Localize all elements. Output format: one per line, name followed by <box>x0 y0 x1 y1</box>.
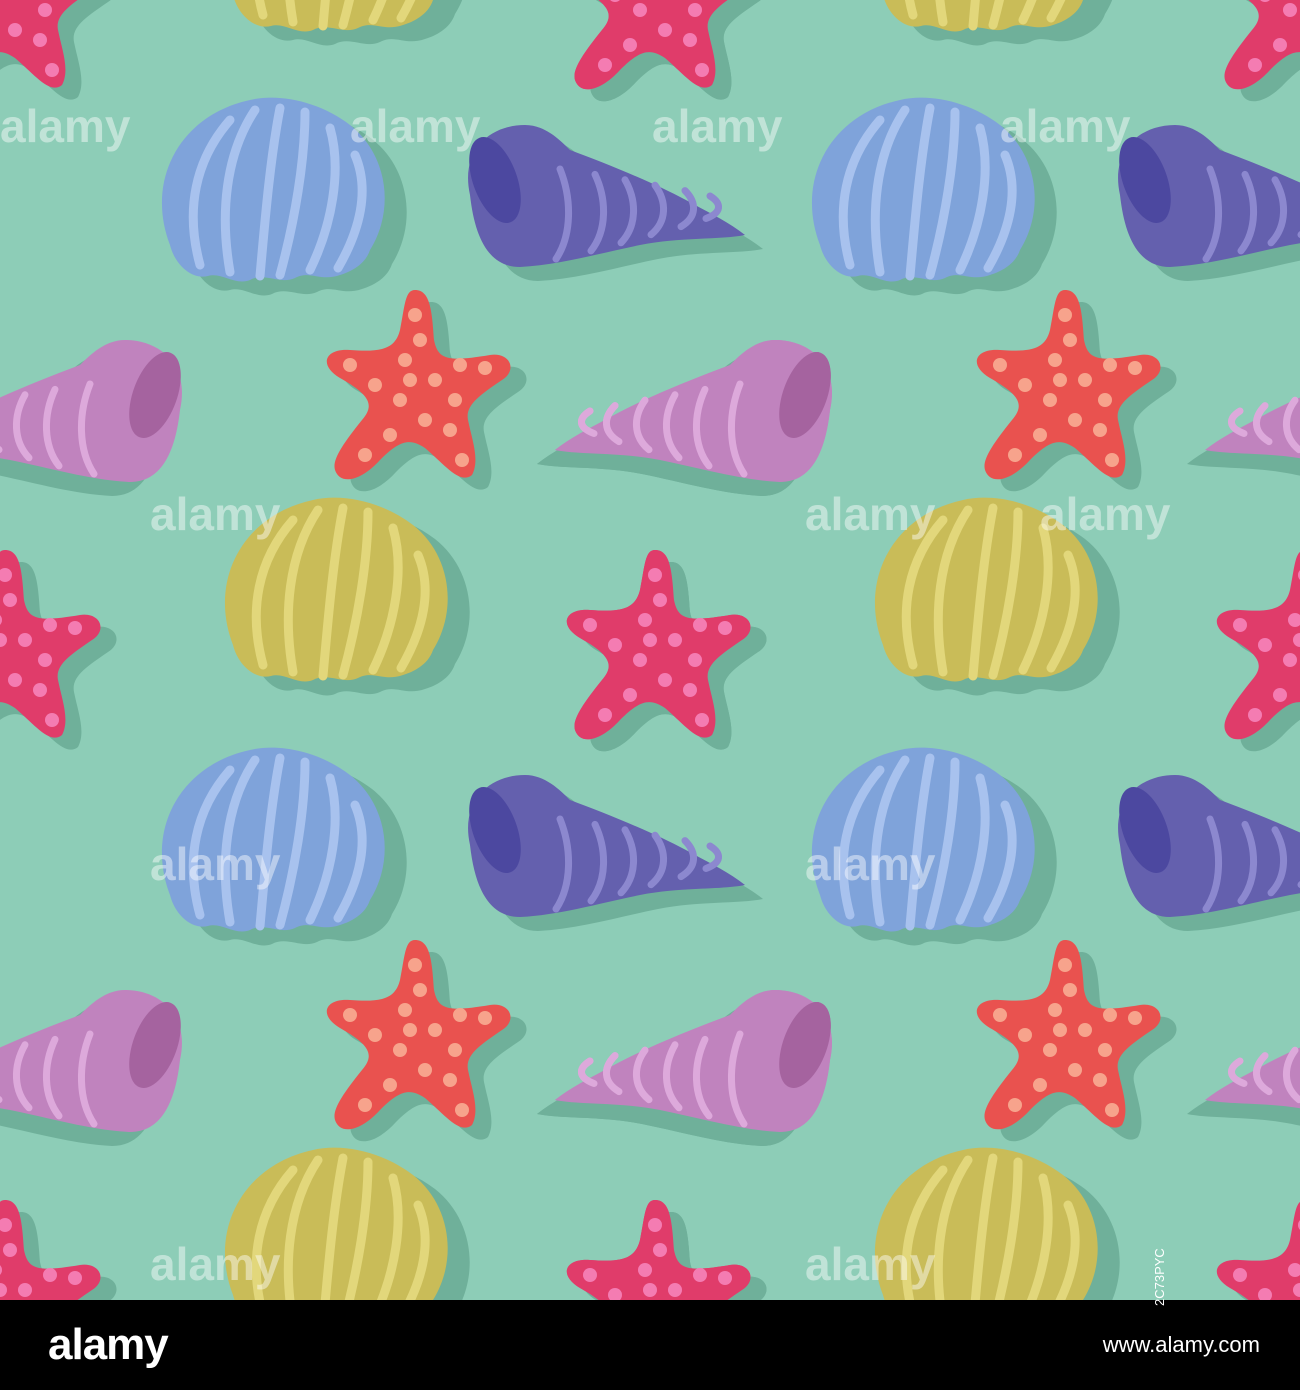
watermark-text: alamy <box>150 838 281 890</box>
watermark-text: alamy <box>1000 100 1131 152</box>
watermark-text: alamy <box>150 488 281 540</box>
watermark-text: alamy <box>150 1238 281 1290</box>
watermark-text: alamy <box>350 100 481 152</box>
watermark-text: alamy <box>805 838 936 890</box>
watermark-text: alamy <box>805 488 936 540</box>
pattern-canvas: alamy alamy alamy alamy alamy alamy alamy alamy… <box>0 0 1300 1300</box>
watermark-text: alamy <box>0 100 131 152</box>
watermark-text: alamy <box>652 100 783 152</box>
site-url: www.alamy.com <box>1102 1332 1260 1357</box>
watermark-text: alamy <box>805 1238 936 1290</box>
seashell-pattern: alamy alamy alamy alamy alamy alamy alamy alamy… <box>0 0 1300 1300</box>
watermark-text: alamy <box>1040 488 1171 540</box>
image-id: 2C73PYC <box>1152 1248 1167 1306</box>
footer-logo: alamy <box>48 1320 169 1369</box>
footer-bar: alamy 2C73PYC www.alamy.com <box>0 1248 1300 1390</box>
